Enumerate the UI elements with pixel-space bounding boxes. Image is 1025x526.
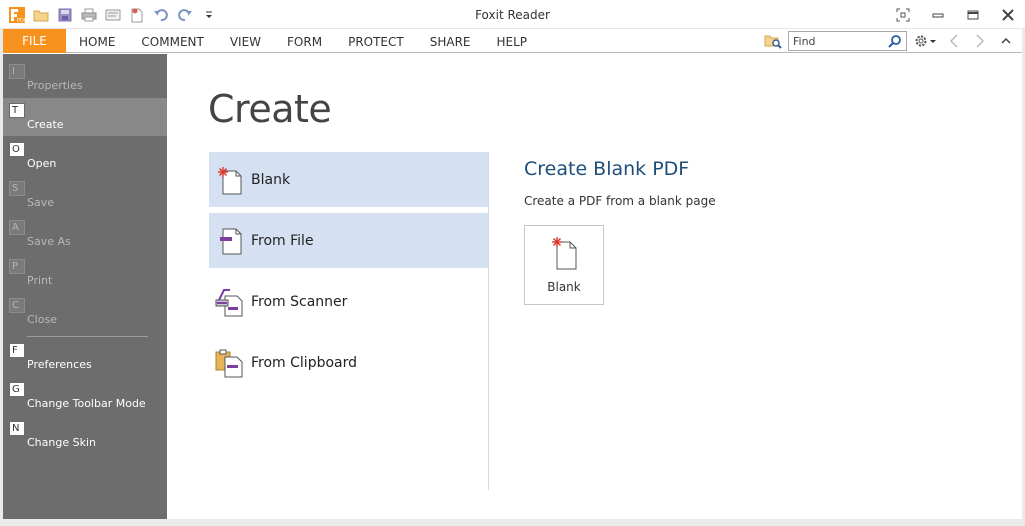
option-label: From Scanner [251,293,348,310]
sidebar-item-create[interactable]: T Create [3,98,167,136]
maximize-icon[interactable] [955,0,990,29]
window-frame-bottom [0,519,1025,526]
sidebar-divider [27,336,148,337]
key-tip: N [9,421,25,436]
detail-description: Create a PDF from a blank page [524,194,716,208]
tab-protect[interactable]: PROTECT [335,29,417,53]
tab-view[interactable]: VIEW [217,29,274,53]
clipboard-icon [209,348,251,378]
list-divider [488,152,489,490]
sidebar-item-close[interactable]: C Close [3,293,167,331]
tab-form[interactable]: FORM [274,29,335,53]
fullscreen-icon[interactable] [885,0,920,29]
new-pdf-icon[interactable] [126,5,147,25]
sidebar-item-open[interactable]: O Open [3,137,167,175]
tab-help[interactable]: HELP [484,29,541,53]
option-blank[interactable]: Blank [209,152,488,207]
sidebar-item-label: Save As [27,235,71,248]
tab-share[interactable]: SHARE [417,29,484,53]
option-label: Blank [251,171,291,188]
redo-icon[interactable] [174,5,195,25]
find-box [788,31,907,51]
key-tip: F [9,343,25,358]
key-tip: P [9,259,25,274]
key-tip: T [9,103,25,118]
minimize-icon[interactable] [920,0,955,29]
option-from-file[interactable]: From File [209,213,488,268]
blank-page-icon [552,236,578,273]
sidebar-item-label: Print [27,274,53,287]
key-tip: S [9,181,25,196]
properties-icon[interactable] [102,5,123,25]
from-file-icon [209,226,251,256]
window-controls [885,0,1025,29]
create-detail-panel: Create Blank PDF Create a PDF from a bla… [524,158,924,305]
key-tip: O [9,142,25,157]
tab-file[interactable]: FILE [3,29,66,53]
key-tip: A [9,220,25,235]
create-panel: Create Blank From File From Scanner From… [167,54,1022,519]
sidebar-item-preferences[interactable]: F Preferences [3,338,167,376]
search-icon[interactable] [888,34,902,51]
ribbon-right-tools [762,29,1017,53]
next-icon[interactable] [969,31,991,51]
sidebar-item-print[interactable]: P Print [3,254,167,292]
sidebar-item-label: Close [27,313,57,326]
print-icon[interactable] [78,5,99,25]
close-icon[interactable] [990,0,1025,29]
sidebar-item-change-skin[interactable]: N Change Skin [3,416,167,454]
blank-page-icon [209,165,251,195]
title-bar: PDF Foxit Reader [0,0,1025,29]
sidebar-item-label: Open [27,157,57,170]
find-input[interactable] [789,33,885,49]
option-label: From Clipboard [251,354,358,371]
create-blank-button-label: Blank [547,280,581,294]
option-label: From File [251,232,314,249]
sidebar-item-label: Preferences [27,358,92,371]
scanner-icon [209,287,251,317]
sidebar-item-label: Change Toolbar Mode [27,397,146,410]
option-from-clipboard[interactable]: From Clipboard [209,335,488,390]
detail-title: Create Blank PDF [524,158,690,180]
sidebar-item-change-toolbar-mode[interactable]: G Change Toolbar Mode [3,377,167,415]
collapse-ribbon-icon[interactable] [995,31,1017,51]
gear-icon[interactable] [911,31,939,51]
sidebar-item-save-as[interactable]: A Save As [3,215,167,253]
save-icon[interactable] [54,5,75,25]
option-from-scanner[interactable]: From Scanner [209,274,488,329]
sidebar-item-label: Create [27,118,64,131]
sidebar-item-label: Properties [27,79,83,92]
sidebar-item-save[interactable]: S Save [3,176,167,214]
sidebar-item-properties[interactable]: I Properties [3,59,167,97]
undo-icon[interactable] [150,5,171,25]
sidebar-item-label: Save [27,196,55,209]
customize-qat-dropdown-icon[interactable] [198,5,219,25]
tab-comment[interactable]: COMMENT [128,29,216,53]
page-title: Create [208,87,332,131]
previous-icon[interactable] [943,31,965,51]
folder-search-icon[interactable] [762,31,784,51]
key-tip: I [9,64,25,79]
create-blank-button[interactable]: Blank [524,225,604,305]
open-folder-icon[interactable] [30,5,51,25]
ribbon-tab-row: FILE HOME COMMENT VIEW FORM PROTECT SHAR… [0,29,1025,53]
quick-access-toolbar: PDF [6,5,219,25]
key-tip: G [9,382,25,397]
backstage-sidebar: I Properties T Create O Open S Save A Sa… [3,54,167,519]
sidebar-item-label: Change Skin [27,436,96,449]
tab-home[interactable]: HOME [66,29,128,53]
ribbon-tabs: HOME COMMENT VIEW FORM PROTECT SHARE HEL… [66,29,540,53]
svg-text:PDF: PDF [17,18,26,24]
app-logo-icon[interactable]: PDF [6,5,27,25]
key-tip: C [9,298,25,313]
